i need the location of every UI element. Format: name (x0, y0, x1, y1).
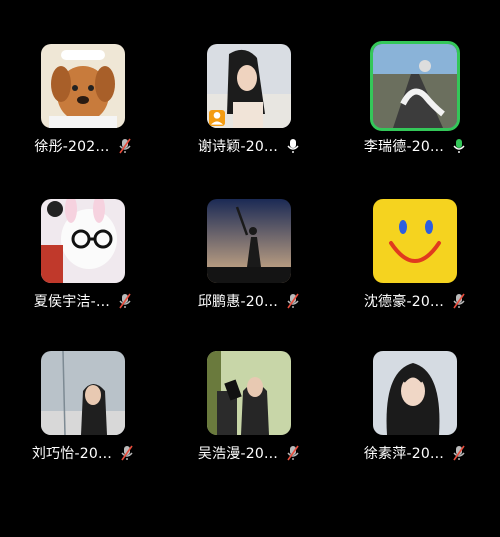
avatar-image (373, 199, 457, 283)
participant-avatar (207, 351, 291, 435)
participant-avatar-speaking (370, 41, 460, 131)
participant-tile[interactable]: 李瑞德-20… (332, 0, 498, 160)
participant-tile[interactable]: 谢诗颖-20… (166, 0, 332, 160)
microphone-muted-icon (286, 445, 300, 461)
avatar-image (207, 351, 291, 435)
avatar-image (373, 44, 457, 128)
participant-avatar (41, 351, 125, 435)
participant-tile[interactable]: 吴浩漫-20… (166, 307, 332, 467)
participant-avatar (207, 44, 291, 128)
participant-name: 徐彤-202… (34, 139, 110, 155)
participant-grid: 徐彤-202… 谢诗颖-20… 李瑞德-20… 夏侯宇洁-… 邱鹏惠-20… 沈… (0, 0, 500, 537)
microphone-muted-icon (120, 445, 134, 461)
participant-avatar (207, 199, 291, 283)
participant-tile[interactable]: 徐彤-202… (0, 0, 166, 160)
participant-name: 徐素萍-20… (363, 446, 445, 462)
participant-avatar (41, 199, 125, 283)
participant-tile[interactable]: 夏侯宇洁-… (0, 155, 166, 315)
participant-tile[interactable]: 邱鹏惠-20… (166, 155, 332, 315)
microphone-icon (452, 138, 466, 154)
participant-tile[interactable]: 徐素萍-20… (332, 307, 498, 467)
participant-name: 吴浩漫-20… (197, 446, 279, 462)
participant-avatar (373, 199, 457, 283)
host-badge-icon (209, 110, 225, 126)
avatar-image (207, 199, 291, 283)
participant-tile[interactable]: 刘巧怡-20… (0, 307, 166, 467)
participant-tile[interactable]: 沈德豪-20… (332, 155, 498, 315)
participant-name: 李瑞德-20… (363, 139, 445, 155)
microphone-icon (286, 138, 300, 154)
avatar-image (41, 351, 125, 435)
participant-avatar (373, 351, 457, 435)
avatar-image (41, 199, 125, 283)
avatar-image (373, 351, 457, 435)
participant-name: 谢诗颖-20… (197, 139, 279, 155)
microphone-muted-icon (452, 445, 466, 461)
microphone-muted-icon (118, 138, 132, 154)
participant-name: 刘巧怡-20… (31, 446, 113, 462)
avatar-image (41, 44, 125, 128)
participant-avatar (41, 44, 125, 128)
